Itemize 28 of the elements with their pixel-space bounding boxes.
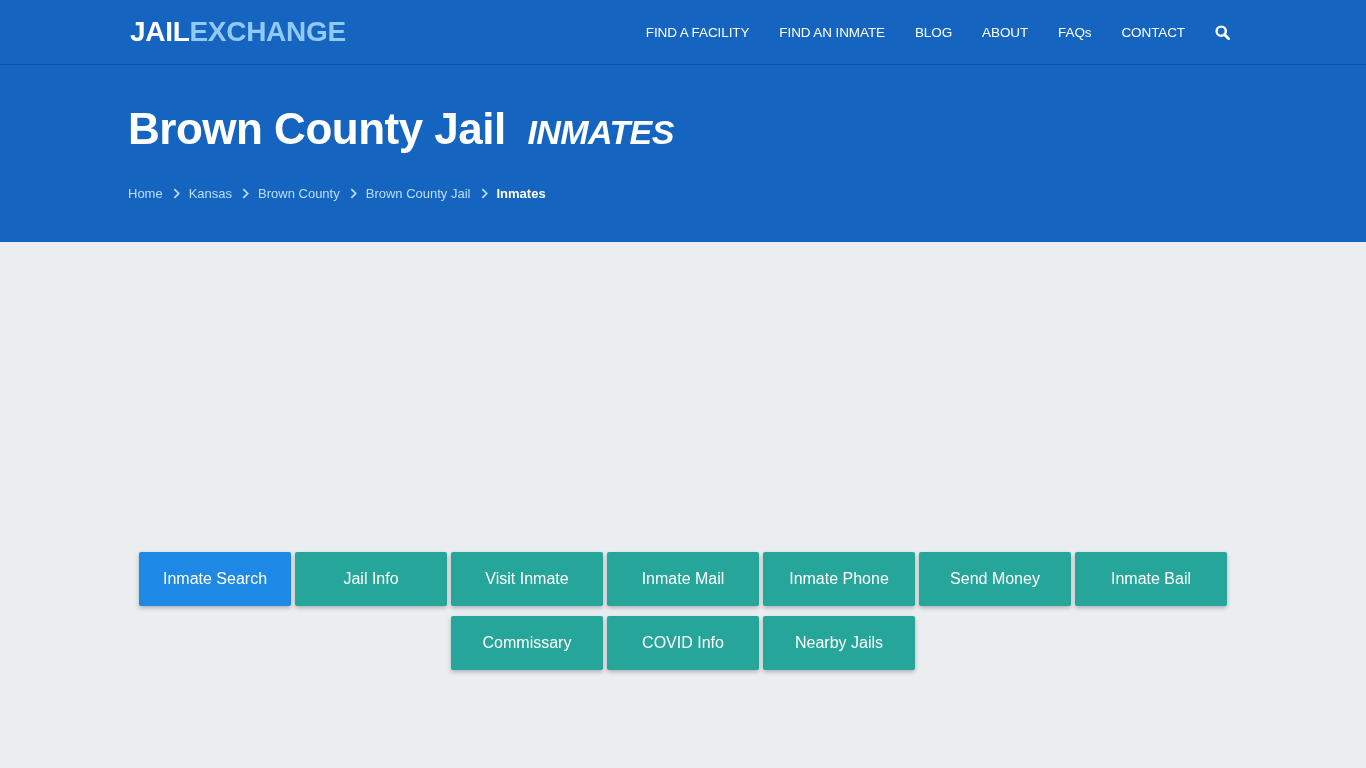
breadcrumb-link[interactable]: Kansas — [188, 186, 233, 201]
nav-link[interactable]: ABOUT — [982, 24, 1029, 40]
nav-link[interactable]: CONTACT — [1121, 24, 1185, 40]
breadcrumb-link[interactable]: Brown County — [258, 186, 340, 201]
nav-link[interactable]: FIND AN INMATE — [779, 24, 885, 40]
nav-tile-button[interactable]: Inmate Search — [139, 552, 291, 606]
chevron-right-icon — [242, 188, 250, 199]
nav-tile-button[interactable]: Inmate Mail — [607, 552, 759, 606]
nav-tile-button[interactable]: Commissary — [451, 616, 603, 670]
nav-tile-button[interactable]: Nearby Jails — [763, 616, 915, 670]
chevron-right-icon — [172, 188, 180, 199]
nav-tile-button[interactable]: Inmate Phone — [763, 552, 915, 606]
page-title: Brown County Jail INMATES — [128, 103, 674, 155]
nav-link[interactable]: FAQs — [1058, 24, 1092, 40]
search-icon[interactable] — [1215, 24, 1230, 40]
nav-tile-button[interactable]: Jail Info — [295, 552, 447, 606]
breadcrumb-link[interactable]: Home — [128, 186, 163, 201]
chevron-right-icon — [349, 188, 357, 199]
nav-tile-button[interactable]: COVID Info — [607, 616, 759, 670]
logo-link[interactable]: JAILEXCHANGE — [130, 18, 346, 46]
nav-link[interactable]: FIND A FACILITY — [645, 24, 750, 40]
nav-link[interactable]: BLOG — [914, 24, 953, 40]
nav-tile-button[interactable]: Send Money — [919, 552, 1071, 606]
breadcrumb-link[interactable]: Brown County Jail — [365, 186, 471, 201]
chevron-right-icon — [480, 188, 488, 199]
breadcrumb-current: Inmates — [496, 186, 546, 201]
nav-tile-button[interactable]: Inmate Bail — [1075, 552, 1227, 606]
nav-tile-button[interactable]: Visit Inmate — [451, 552, 603, 606]
